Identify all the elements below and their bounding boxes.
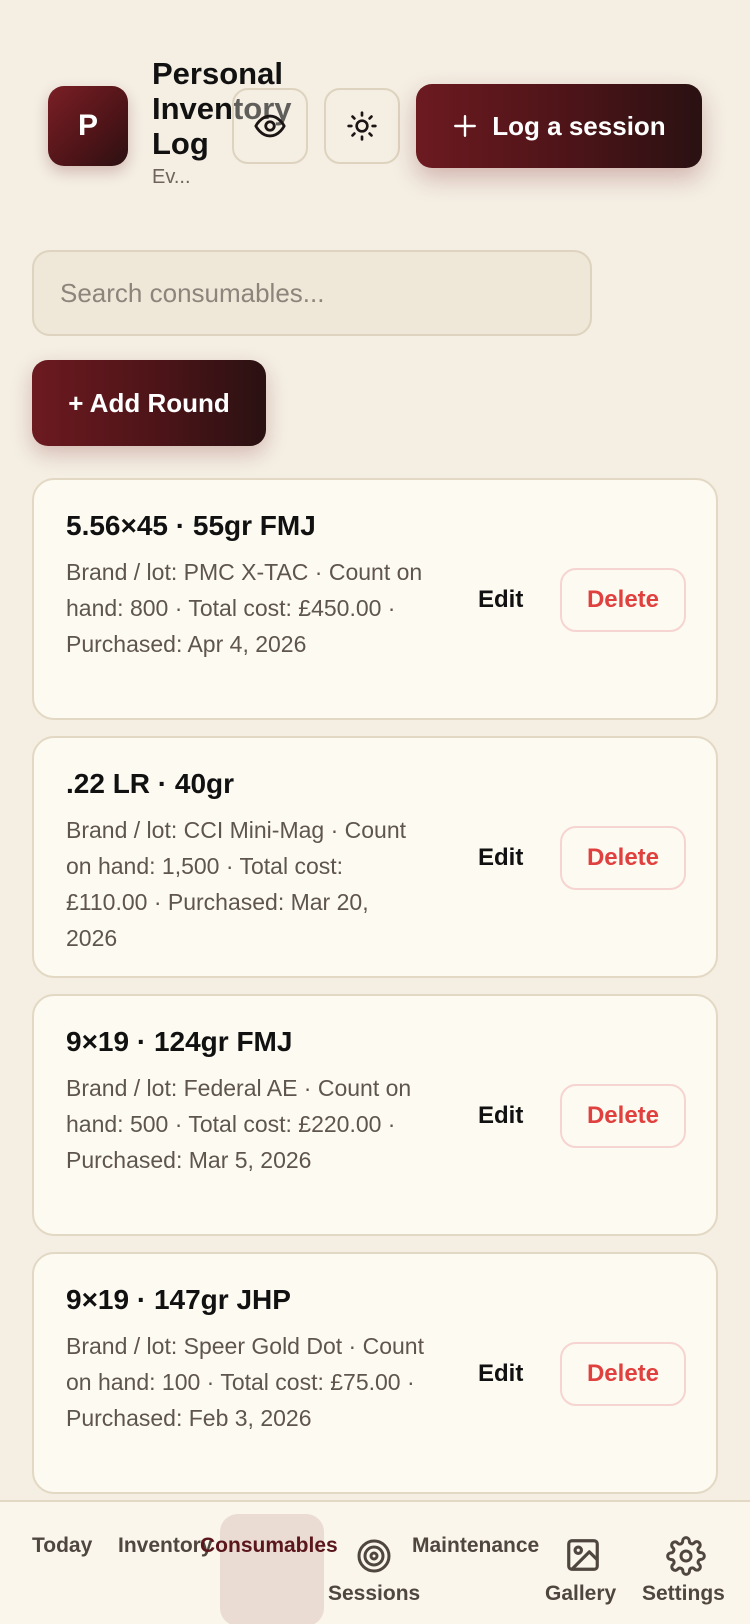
edit-button[interactable]: Edit	[478, 1092, 523, 1140]
bottom-nav: Today Inventory Consumables Sessions Mai…	[0, 1500, 750, 1624]
edit-button[interactable]: Edit	[478, 576, 523, 624]
gear-icon	[666, 1536, 706, 1576]
nav-item-maintenance[interactable]: Maintenance	[412, 1534, 539, 1558]
consumable-card: .22 LR · 40gr Brand / lot: CCI Mini-Mag …	[32, 736, 718, 978]
consumable-meta: Brand / lot: CCI Mini-Mag · Count on han…	[66, 817, 407, 951]
search-input[interactable]	[32, 250, 592, 336]
consumable-card: 9×19 · 124gr FMJ Brand / lot: Federal AE…	[32, 994, 718, 1236]
nav-item-inventory[interactable]: Inventory	[118, 1534, 213, 1558]
app-subtitle: Ev...	[152, 166, 191, 188]
delete-button[interactable]: Delete	[560, 1084, 686, 1148]
delete-button[interactable]: Delete	[560, 568, 686, 632]
log-session-label: Log a session	[492, 110, 666, 141]
consumable-title: 5.56×45 · 55gr FMJ	[66, 510, 316, 541]
consumable-meta: Brand / lot: PMC X-TAC · Count on hand: …	[66, 559, 423, 657]
theme-toggle-button[interactable]	[324, 88, 400, 164]
delete-button[interactable]: Delete	[560, 1342, 686, 1406]
add-round-button[interactable]: + Add Round	[32, 360, 266, 446]
app-header: P Personal Inventory Log Ev... Log a ses…	[0, 0, 750, 230]
eye-icon	[254, 114, 286, 138]
nav-item-gallery[interactable]: Gallery	[545, 1582, 616, 1606]
nav-item-sessions[interactable]: Sessions	[328, 1582, 420, 1606]
edit-button[interactable]: Edit	[478, 834, 523, 882]
visibility-toggle-button[interactable]	[232, 88, 308, 164]
consumable-title: 9×19 · 147gr JHP	[66, 1284, 291, 1315]
nav-item-settings[interactable]: Settings	[642, 1582, 725, 1606]
consumable-title: .22 LR · 40gr	[66, 768, 235, 799]
sun-icon	[347, 111, 377, 141]
app-logo: P	[48, 86, 128, 166]
image-icon	[567, 1539, 599, 1571]
nav-item-today[interactable]: Today	[32, 1534, 92, 1558]
nav-active-indicator	[220, 1514, 324, 1624]
log-session-button[interactable]: Log a session	[416, 84, 702, 168]
consumable-meta: Brand / lot: Federal AE · Count on hand:…	[66, 1075, 412, 1173]
plus-icon	[454, 115, 477, 137]
nav-item-consumables[interactable]: Consumables	[200, 1534, 338, 1558]
edit-button[interactable]: Edit	[478, 1350, 523, 1398]
consumable-title: 9×19 · 124gr FMJ	[66, 1026, 293, 1057]
consumable-meta: Brand / lot: Speer Gold Dot · Count on h…	[66, 1333, 424, 1431]
target-icon	[357, 1539, 391, 1573]
consumable-card: 5.56×45 · 55gr FMJ Brand / lot: PMC X-TA…	[32, 478, 718, 720]
delete-button[interactable]: Delete	[560, 826, 686, 890]
consumable-card: 9×19 · 147gr JHP Brand / lot: Speer Gold…	[32, 1252, 718, 1494]
consumables-list: 5.56×45 · 55gr FMJ Brand / lot: PMC X-TA…	[32, 478, 718, 1510]
